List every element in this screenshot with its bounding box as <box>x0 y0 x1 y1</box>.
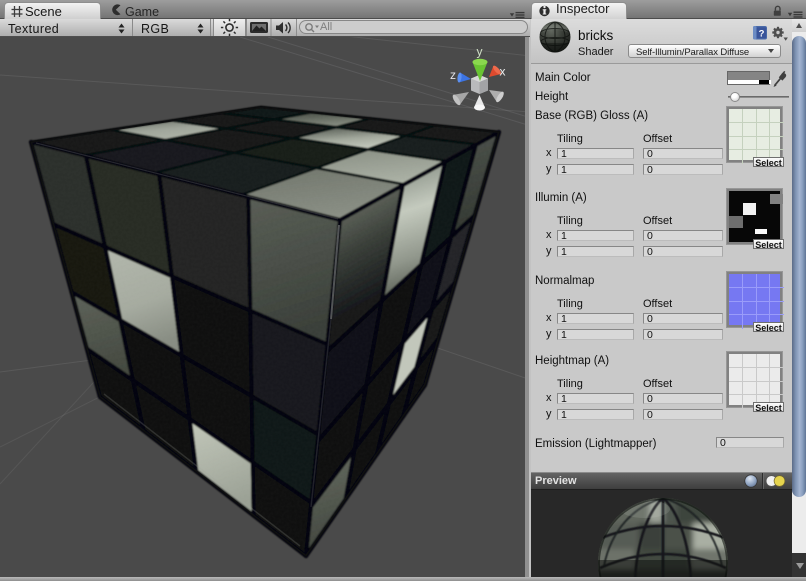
svg-text:?: ? <box>759 29 765 40</box>
svg-text:z: z <box>450 68 456 82</box>
svg-text:y: y <box>477 45 483 59</box>
svg-text:x: x <box>500 65 506 79</box>
